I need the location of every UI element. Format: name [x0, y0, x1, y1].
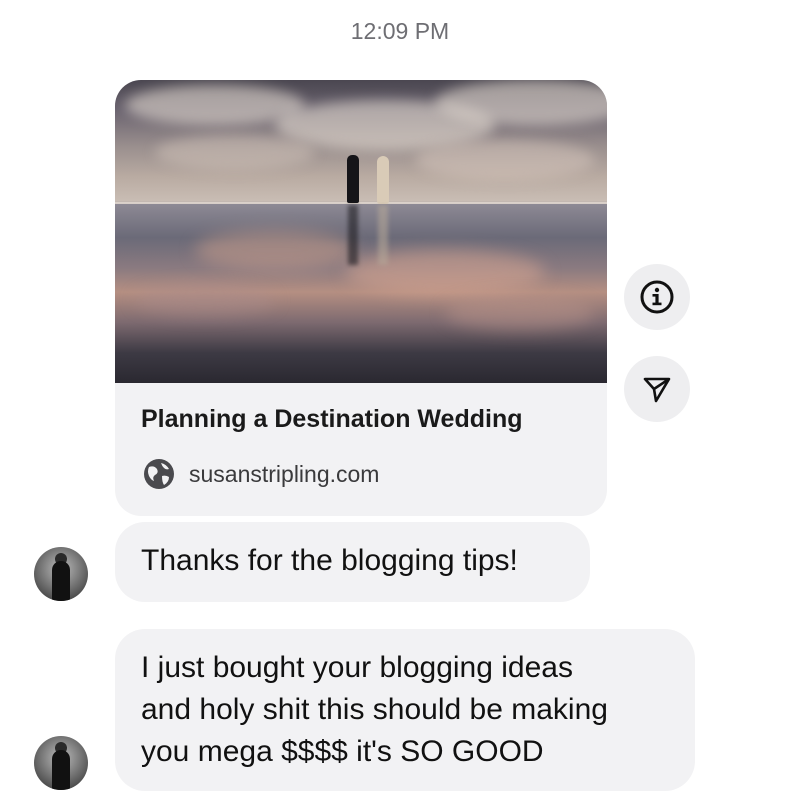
globe-icon [144, 459, 174, 489]
info-button[interactable] [624, 264, 690, 330]
message-bubble[interactable]: Thanks for the blogging tips! [115, 522, 590, 602]
link-title[interactable]: Planning a Destination Wedding [141, 405, 523, 434]
message-line: and holy shit this should be making [141, 693, 608, 726]
link-preview-image [115, 80, 607, 383]
message-bubble[interactable]: I just bought your blogging ideas and ho… [115, 629, 695, 791]
message-line: I just bought your blogging ideas [141, 651, 573, 684]
info-icon [640, 280, 674, 314]
avatar[interactable] [34, 736, 88, 790]
message-text: Thanks for the blogging tips! [141, 544, 518, 577]
avatar[interactable] [34, 547, 88, 601]
share-button[interactable] [624, 356, 690, 422]
send-icon [643, 377, 671, 403]
timestamp: 12:09 PM [350, 18, 450, 44]
link-domain[interactable]: susanstripling.com [189, 461, 379, 488]
message-line: you mega $$$$ it's SO GOOD [141, 735, 544, 768]
shared-link-card[interactable]: Planning a Destination Wedding susanstri… [115, 80, 607, 516]
